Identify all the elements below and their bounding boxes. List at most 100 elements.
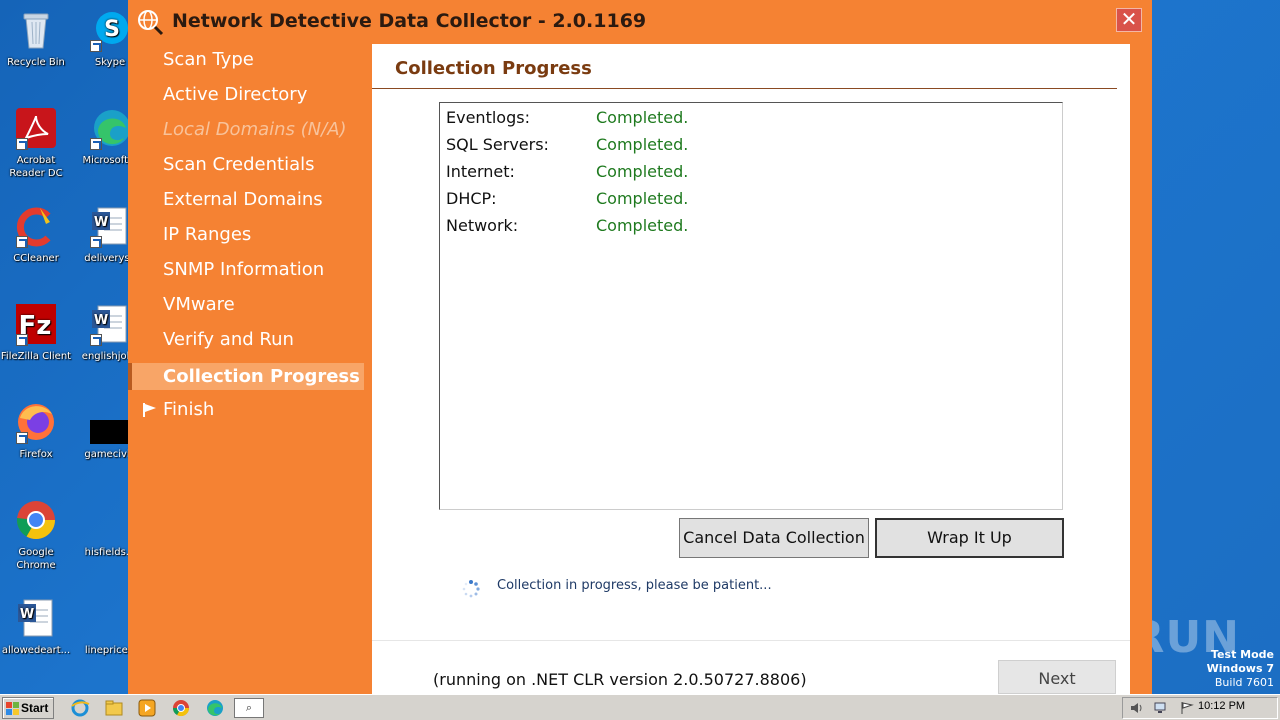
nav-item-label: SNMP Information (163, 259, 325, 280)
status-name: Internet: (446, 162, 515, 181)
test-mode-line: Build 7601 (1214, 676, 1274, 689)
status-list: Eventlogs: Completed. SQL Servers: Compl… (439, 102, 1063, 510)
nav-item-label: Active Directory (163, 84, 308, 105)
start-button[interactable]: Start (2, 697, 54, 719)
test-mode-notice: Test Mode Windows 7 Build 7601 (1207, 648, 1274, 690)
recycle-bin-icon (14, 8, 58, 52)
test-mode-line: Test Mode (1211, 648, 1274, 661)
status-value: Completed. (596, 108, 689, 127)
desktop-icon-label: CCleaner (13, 253, 59, 264)
folder-icon[interactable] (104, 698, 124, 718)
nav-item-external-domains[interactable]: External Domains (128, 184, 372, 219)
progress-message: Collection in progress, please be patien… (497, 578, 772, 593)
internet-explorer-icon[interactable] (70, 698, 90, 718)
chrome-icon[interactable] (171, 698, 191, 718)
desktop-icon-chrome[interactable]: Google Chrome (0, 498, 74, 572)
desktop-icon-label: Acrobat Reader DC (9, 155, 63, 179)
globe-magnifier-icon (138, 10, 164, 36)
test-mode-line: Windows 7 (1206, 662, 1274, 675)
file-icon (88, 400, 132, 444)
taskbar-clock[interactable]: 10:12 PM (1198, 700, 1245, 712)
desktop-icon-label: FileZilla Client (0, 351, 72, 362)
clr-version-text: (running on .NET CLR version 2.0.50727.8… (433, 670, 807, 689)
start-label: Start (21, 701, 49, 715)
search-icon: ⌕ (245, 701, 253, 714)
desktop-icon-label: Firefox (19, 449, 53, 460)
shortcut-arrow-icon (16, 334, 28, 346)
nav-item-label: Scan Type (163, 49, 254, 70)
media-player-icon[interactable] (137, 698, 157, 718)
svg-text:S: S (104, 17, 120, 42)
nav-item-scan-type[interactable]: Scan Type (128, 44, 372, 79)
status-name: Eventlogs: (446, 108, 530, 127)
nav-item-label: Collection Progress (163, 366, 360, 387)
nav-item-collection-progress[interactable]: Collection Progress (128, 363, 364, 390)
skype-icon: S (88, 8, 132, 52)
chrome-icon (14, 498, 58, 542)
next-button[interactable]: Next (998, 660, 1116, 694)
desktop-icon-label: Google Chrome (16, 547, 56, 571)
shortcut-arrow-icon (90, 40, 102, 52)
nav-item-snmp-information[interactable]: SNMP Information (128, 254, 372, 289)
footer-divider (372, 640, 1130, 641)
desktop-icon-label: Skype (94, 57, 126, 68)
volume-icon[interactable] (1129, 701, 1145, 715)
status-name: DHCP: (446, 189, 497, 208)
word-document-icon: W (14, 596, 58, 640)
nav-item-label: Finish (163, 399, 215, 420)
close-button[interactable]: ✕ (1116, 8, 1142, 32)
nav-item-local-domains: Local Domains (N/A) (128, 114, 372, 149)
status-name: Network: (446, 216, 519, 235)
nav-item-label: Scan Credentials (163, 154, 315, 175)
content-panel: Collection Progress Eventlogs: Completed… (372, 44, 1130, 694)
desktop-icon-recycle-bin[interactable]: Recycle Bin (0, 8, 74, 69)
svg-text:W: W (94, 215, 108, 230)
windows-logo-icon (6, 702, 19, 715)
desktop-icon-firefox[interactable]: Firefox (0, 400, 74, 461)
title-bar[interactable]: Network Detective Data Collector - 2.0.1… (128, 0, 1152, 44)
status-value: Completed. (596, 135, 689, 154)
status-name: SQL Servers: (446, 135, 549, 154)
status-value: Completed. (596, 162, 689, 181)
nav-item-active-directory[interactable]: Active Directory (128, 79, 372, 114)
page-title: Collection Progress (395, 58, 592, 79)
close-icon: ✕ (1120, 7, 1138, 31)
nav-item-label: Local Domains (N/A) (163, 119, 347, 140)
desktop-icon-filezilla[interactable]: Fz FileZilla Client (0, 302, 74, 363)
network-icon[interactable] (1153, 701, 1169, 715)
desktop-icon-label: allowedeart... (1, 645, 71, 656)
shortcut-arrow-icon (90, 236, 102, 248)
word-document-icon: W (88, 302, 132, 346)
desktop-icon-ccleaner[interactable]: CCleaner (0, 204, 74, 265)
action-center-flag-icon[interactable] (1179, 701, 1195, 715)
nav-item-vmware[interactable]: VMware (128, 289, 372, 324)
shortcut-arrow-icon (90, 334, 102, 346)
shortcut-arrow-icon (90, 138, 102, 150)
nav-item-verify-and-run[interactable]: Verify and Run (128, 324, 372, 359)
edge-icon[interactable] (205, 698, 225, 718)
file-icon (88, 498, 132, 542)
nav-item-scan-credentials[interactable]: Scan Credentials (128, 149, 372, 184)
ccleaner-icon (14, 204, 58, 248)
desktop-icon-acrobat[interactable]: Acrobat Reader DC (0, 106, 74, 180)
desktop-icon-label: Recycle Bin (7, 57, 65, 68)
loading-spinner-icon (462, 580, 480, 598)
svg-text:W: W (94, 313, 108, 328)
nav-item-finish[interactable]: Finish (128, 394, 372, 429)
title-divider (372, 88, 1117, 89)
network-detective-window: Network Detective Data Collector - 2.0.1… (128, 0, 1152, 694)
cancel-data-collection-button[interactable]: Cancel Data Collection (679, 518, 869, 558)
wizard-steps-nav: Scan Type Active Directory Local Domains… (128, 44, 372, 429)
status-value: Completed. (596, 216, 689, 235)
nav-item-label: IP Ranges (163, 224, 252, 245)
firefox-icon (14, 400, 58, 444)
nav-item-ip-ranges[interactable]: IP Ranges (128, 219, 372, 254)
shortcut-arrow-icon (16, 432, 28, 444)
file-icon (88, 596, 132, 640)
shortcut-arrow-icon (16, 236, 28, 248)
taskbar-search-box[interactable]: ⌕ (234, 698, 264, 718)
desktop-icon-allowedeart[interactable]: W allowedeart... (0, 596, 74, 657)
wrap-it-up-button[interactable]: Wrap It Up (875, 518, 1064, 558)
acrobat-icon (14, 106, 58, 150)
nav-item-label: Verify and Run (163, 329, 294, 350)
